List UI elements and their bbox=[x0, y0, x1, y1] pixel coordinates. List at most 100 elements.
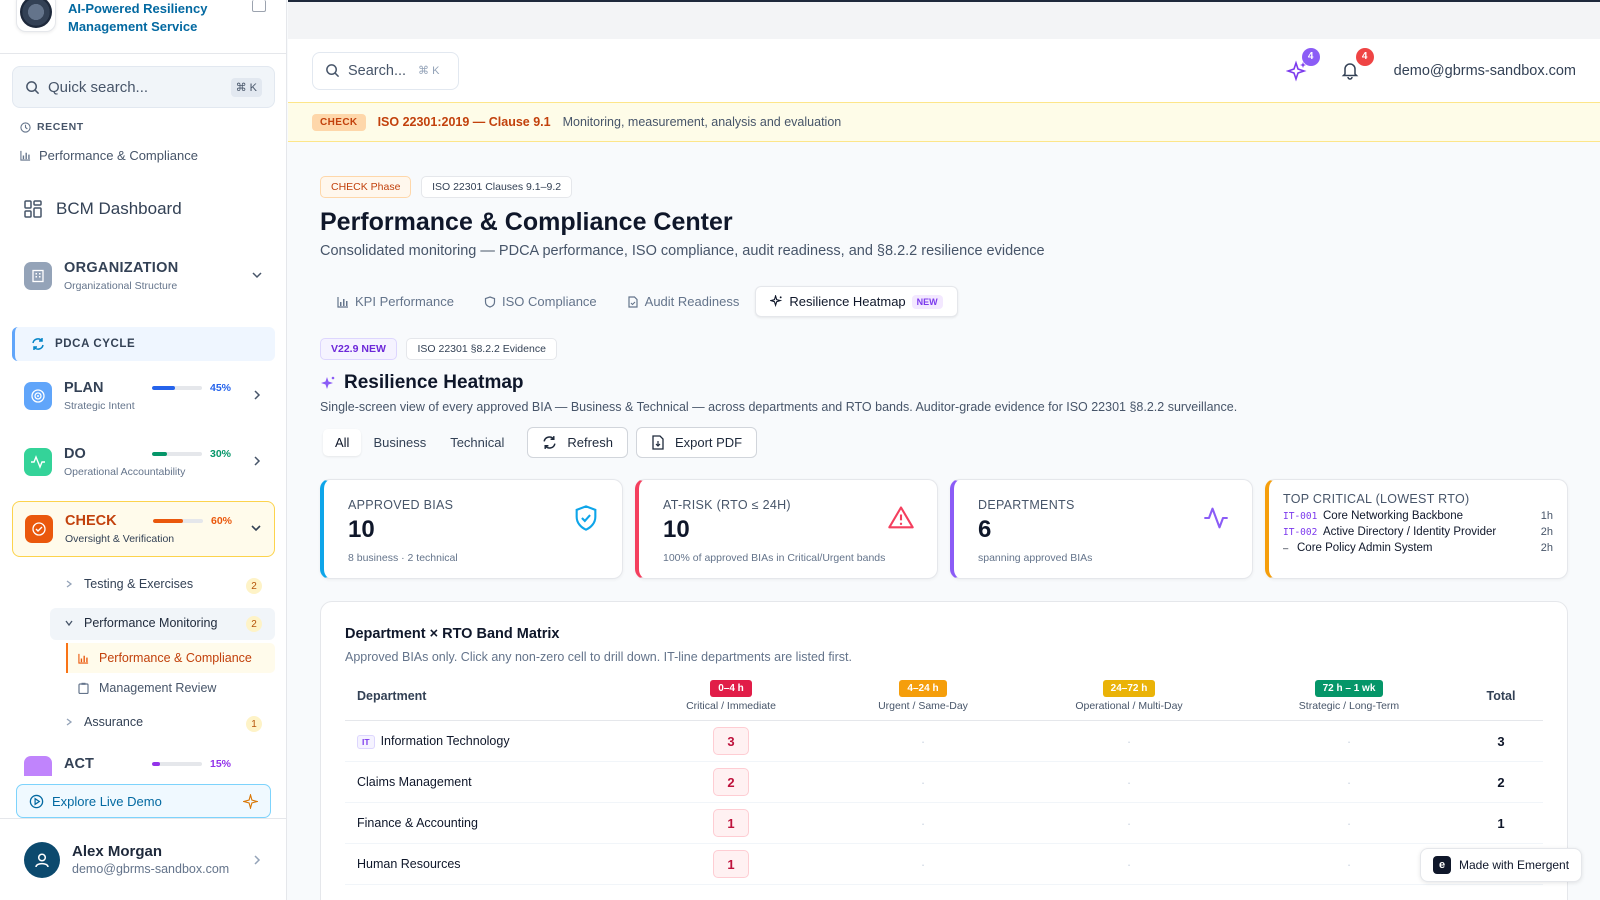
performance-monitoring-count: 2 bbox=[246, 616, 262, 632]
notification-badge: 4 bbox=[1355, 47, 1374, 66]
departments-label: DEPARTMENTS bbox=[978, 498, 1075, 512]
quick-search[interactable]: Quick search... ⌘ K bbox=[12, 66, 275, 108]
testing-exercises-count: 2 bbox=[246, 578, 262, 594]
sidebar-item-performance-monitoring[interactable]: Performance Monitoring bbox=[64, 616, 217, 630]
notifications-button[interactable]: 4 bbox=[1340, 47, 1374, 82]
recent-label: RECENT bbox=[20, 121, 84, 133]
top-critical-label: TOP CRITICAL (LOWEST RTO) bbox=[1283, 492, 1470, 506]
recent-item-performance[interactable]: Performance & Compliance bbox=[20, 148, 198, 163]
brand: AI-Powered Resiliency Management Service bbox=[0, 0, 286, 54]
user-profile[interactable]: Alex Morgan demo@gbrms-sandbox.com bbox=[0, 818, 286, 900]
band-cell[interactable]: 3 bbox=[635, 720, 827, 762]
refresh-label: Refresh bbox=[567, 435, 613, 450]
tab-kpi-performance[interactable]: KPI Performance bbox=[323, 286, 468, 317]
column-header-department: Department bbox=[345, 680, 635, 721]
at-risk-label: AT-RISK (RTO ≤ 24H) bbox=[663, 498, 791, 512]
critical-row[interactable]: IT-001 Core Networking Backbone 1h bbox=[1283, 510, 1553, 522]
made-with-emergent-badge[interactable]: e Made with Emergent bbox=[1420, 848, 1583, 882]
row-total: 1 bbox=[1459, 802, 1543, 844]
user-icon bbox=[35, 852, 49, 867]
dept-name: Finance & Accounting bbox=[345, 802, 635, 844]
recent-item-label: Performance & Compliance bbox=[39, 148, 198, 163]
collapse-sidebar-icon[interactable] bbox=[252, 0, 266, 12]
export-pdf-button[interactable]: Export PDF bbox=[635, 427, 758, 458]
organization-sub: Organizational Structure bbox=[64, 280, 178, 292]
band-sub: Strategic / Long-Term bbox=[1298, 700, 1400, 712]
filter-business[interactable]: Business bbox=[361, 429, 438, 456]
critical-name: Active Directory / Identity Provider bbox=[1323, 526, 1497, 538]
iso-clauses-tag: ISO 22301 Clauses 9.1–9.2 bbox=[421, 176, 573, 198]
tab-resilience-heatmap[interactable]: Resilience Heatmap NEW bbox=[755, 286, 958, 317]
organization-title: ORGANIZATION bbox=[64, 260, 179, 276]
column-header-band-0: 0–4 h Critical / Immediate bbox=[635, 680, 827, 721]
summary-cards: APPROVED BIAS 10 8 business · 2 technica… bbox=[320, 479, 1568, 579]
bar-chart-icon bbox=[337, 296, 348, 308]
band-sub: Operational / Multi-Day bbox=[1075, 700, 1183, 712]
filter-technical[interactable]: Technical bbox=[438, 429, 516, 456]
chevron-down-icon bbox=[251, 269, 263, 284]
sidebar-item-organization[interactable]: ORGANIZATION Organizational Structure bbox=[12, 252, 275, 300]
do-sub: Operational Accountability bbox=[64, 466, 186, 478]
bell-icon bbox=[1341, 62, 1358, 80]
iso-clause-desc: Monitoring, measurement, analysis and ev… bbox=[562, 115, 842, 129]
iso-clause-banner: CHECK ISO 22301:2019 — Clause 9.1 Monito… bbox=[288, 102, 1600, 142]
clock-icon bbox=[20, 121, 31, 133]
band-cell[interactable]: 1 bbox=[635, 802, 827, 844]
clipboard-icon bbox=[78, 682, 89, 694]
sidebar-item-bcm-dashboard[interactable]: BCM Dashboard bbox=[24, 199, 182, 219]
sidebar-item-testing-exercises[interactable]: Testing & Exercises bbox=[64, 577, 193, 591]
ai-assistant-button[interactable]: 4 bbox=[1285, 47, 1320, 82]
dept-name: Claims Management bbox=[345, 761, 635, 803]
band-cell[interactable]: 2 bbox=[635, 761, 827, 803]
search-icon bbox=[26, 80, 40, 94]
tab-iso-compliance[interactable]: ISO Compliance bbox=[470, 286, 611, 317]
table-row: Claims Management 2 · · · 2 bbox=[345, 761, 1543, 803]
header-user-email[interactable]: demo@gbrms-sandbox.com bbox=[1394, 63, 1576, 79]
search-shortcut: ⌘ K bbox=[418, 65, 440, 77]
sidebar-item-management-review[interactable]: Management Review bbox=[78, 681, 216, 695]
refresh-button[interactable]: Refresh bbox=[527, 427, 628, 458]
tab-audit-readiness[interactable]: Audit Readiness bbox=[613, 286, 754, 317]
pdca-cycle-header[interactable]: PDCA CYCLE bbox=[12, 327, 275, 361]
version-tag: V22.9 NEW bbox=[320, 338, 397, 360]
brand-logo[interactable] bbox=[16, 0, 56, 32]
sidebar-item-performance-compliance[interactable]: Performance & Compliance bbox=[78, 651, 252, 665]
band-cell-empty: · bbox=[827, 761, 1019, 803]
critical-row[interactable]: – Core Policy Admin System 2h bbox=[1283, 542, 1553, 554]
band-cell-empty: · bbox=[1239, 720, 1459, 762]
phase-do[interactable]: DO 30% Operational Accountability bbox=[12, 434, 275, 490]
table-row: Finance & Accounting 1 · · · 1 bbox=[345, 802, 1543, 844]
table-row: Human Resources 1 · · · 1 bbox=[345, 843, 1543, 885]
section-title-text: Resilience Heatmap bbox=[344, 372, 524, 393]
made-with-label: Made with Emergent bbox=[1459, 858, 1570, 872]
dept-name: Human Resources bbox=[345, 843, 635, 885]
search-input[interactable]: Search... ⌘ K bbox=[312, 51, 459, 90]
sparkles-icon bbox=[770, 295, 783, 308]
critical-row[interactable]: IT-002 Active Directory / Identity Provi… bbox=[1283, 526, 1553, 538]
cell-count: 1 bbox=[713, 850, 749, 878]
export-pdf-label: Export PDF bbox=[674, 435, 743, 450]
quick-search-label: Quick search... bbox=[48, 78, 149, 96]
sidebar-item-assurance[interactable]: Assurance bbox=[64, 715, 143, 729]
matrix-title: Department × RTO Band Matrix bbox=[345, 626, 560, 642]
row-total: 2 bbox=[1459, 761, 1543, 803]
phase-plan[interactable]: PLAN 45% Strategic Intent bbox=[12, 368, 275, 424]
band-cell-empty: · bbox=[827, 802, 1019, 844]
phase-check[interactable]: CHECK 60% Oversight & Verification bbox=[12, 501, 275, 557]
explore-live-demo-button[interactable]: Explore Live Demo bbox=[16, 784, 271, 818]
band-cell[interactable]: 1 bbox=[635, 843, 827, 885]
column-header-band-1: 4–24 h Urgent / Same-Day bbox=[827, 680, 1019, 721]
recent-label-text: RECENT bbox=[37, 121, 84, 133]
file-check-icon bbox=[628, 295, 638, 308]
check-percent: 60% bbox=[211, 515, 233, 527]
it-badge: IT bbox=[357, 734, 375, 749]
target-icon bbox=[24, 382, 52, 410]
plan-progress-fill bbox=[152, 386, 175, 390]
shield-check-icon bbox=[575, 505, 597, 531]
bia-type-filter: All Business Technical bbox=[320, 426, 520, 459]
filter-all[interactable]: All bbox=[323, 429, 362, 456]
tab-iso-label: ISO Compliance bbox=[502, 294, 597, 309]
act-title: ACT bbox=[64, 756, 94, 772]
page-title: Performance & Compliance Center bbox=[320, 208, 733, 236]
alert-triangle-icon bbox=[888, 506, 914, 529]
